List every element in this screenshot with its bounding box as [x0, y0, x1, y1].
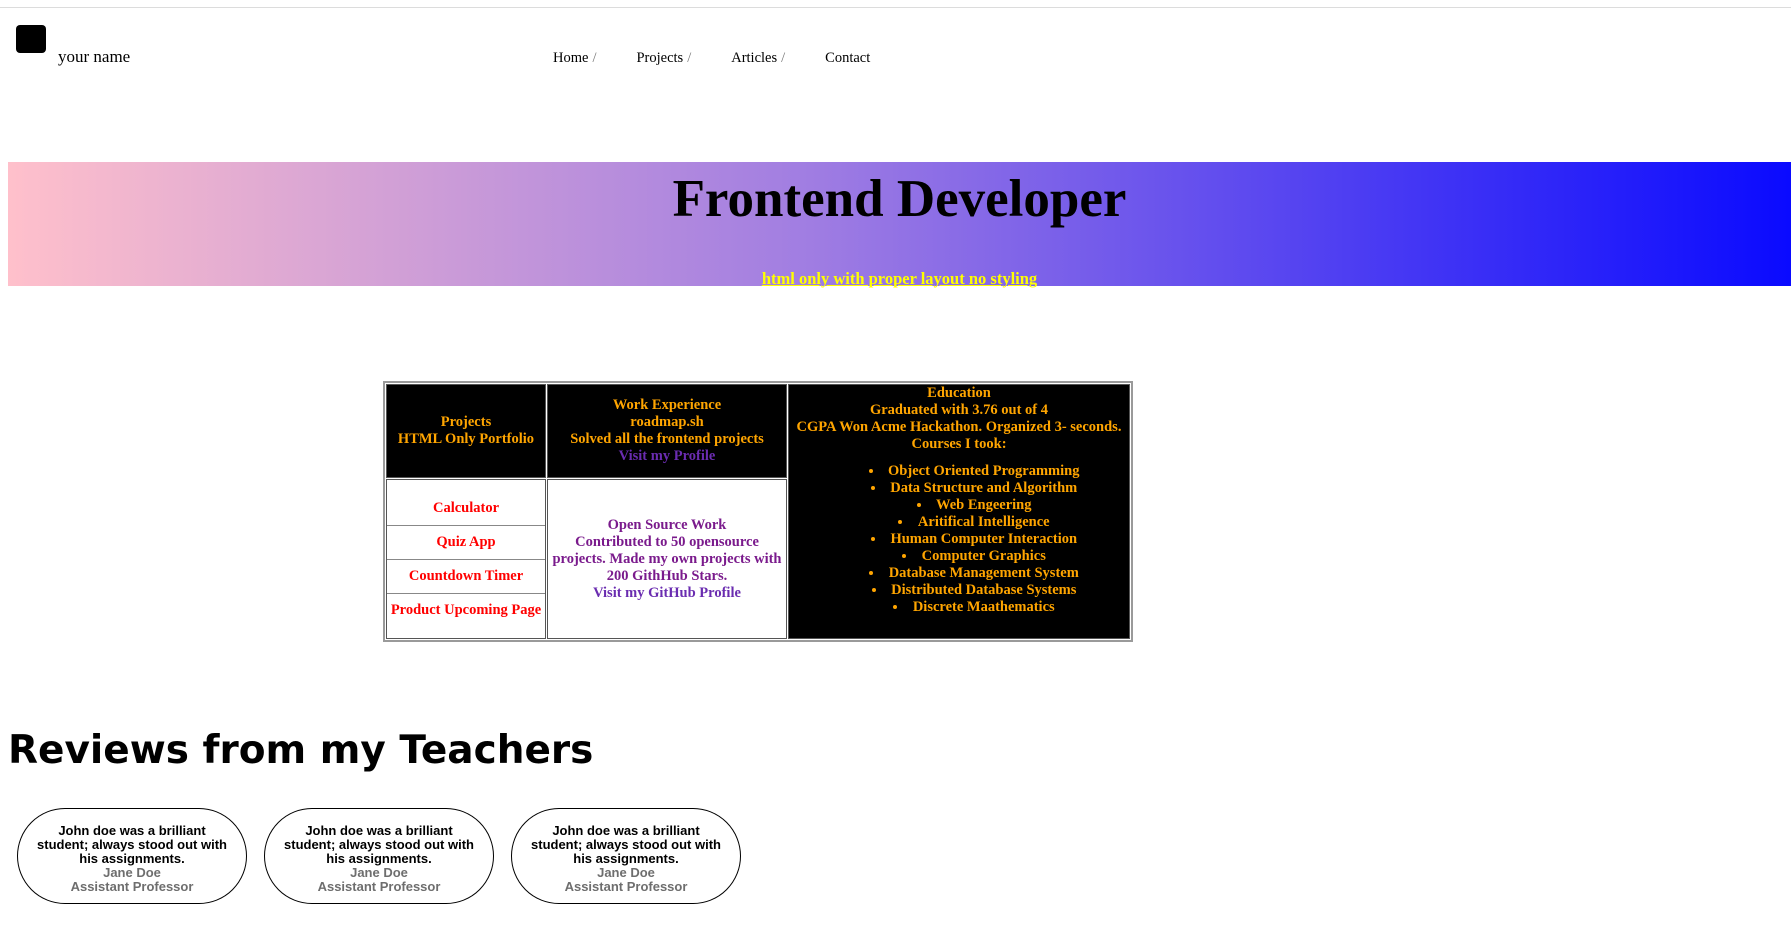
hero-title: Frontend Developer: [672, 170, 1127, 228]
course-item: Discrete Maathematics: [819, 599, 1129, 616]
portfolio-table: Projects HTML Only Portfolio Work Experi…: [383, 381, 1133, 642]
nav-link-articles[interactable]: Articles: [731, 50, 777, 67]
review-card: John doe was a brilliant student; always…: [264, 808, 494, 904]
github-profile-link[interactable]: Visit my GitHub Profile: [548, 585, 786, 602]
education-line: Courses I took:: [911, 436, 1007, 452]
project-item-calculator[interactable]: Calculator: [387, 492, 545, 526]
reviewer-role: Assistant Professor: [564, 879, 688, 894]
projects-heading: Projects: [440, 414, 492, 430]
reviewer-name: Jane Doe: [103, 865, 161, 880]
nav-link-projects[interactable]: Projects: [636, 50, 683, 67]
hero-subtitle: html only with proper layout no styling: [761, 269, 1038, 288]
reviewer-name: Jane Doe: [597, 865, 655, 880]
course-item: Data Structure and Algorithm: [819, 480, 1129, 497]
nav-link-contact[interactable]: Contact: [825, 50, 870, 67]
reviews-heading: Reviews from my Teachers: [8, 728, 594, 773]
projects-header-cell: Projects HTML Only Portfolio: [386, 384, 546, 478]
visit-profile-link[interactable]: Visit my Profile: [548, 448, 786, 465]
nav-separator: /: [781, 50, 786, 66]
course-item: Database Management System: [819, 565, 1129, 582]
project-item-upcoming-page[interactable]: Product Upcoming Page: [387, 594, 545, 627]
education-heading: Education: [927, 385, 991, 401]
project-item-quiz-app[interactable]: Quiz App: [387, 526, 545, 560]
nav-item-projects: Projects /: [636, 50, 691, 67]
course-item: Aritifical Intelligence: [819, 514, 1129, 531]
projects-subheading: HTML Only Portfolio: [397, 431, 535, 447]
project-list: Calculator Quiz App Countdown Timer Prod…: [387, 492, 545, 627]
project-item-countdown-timer[interactable]: Countdown Timer: [387, 560, 545, 594]
review-card: John doe was a brilliant student; always…: [511, 808, 741, 904]
brand-name: your name: [58, 47, 131, 66]
nav-item-articles: Articles /: [731, 50, 785, 67]
nav-link-home[interactable]: Home: [553, 50, 588, 67]
nav-separator: /: [687, 50, 692, 66]
course-item: Web Engeering: [819, 497, 1129, 514]
oss-heading: Open Source Work: [607, 516, 727, 533]
table-row: Projects HTML Only Portfolio Work Experi…: [386, 384, 1130, 639]
review-text: John doe was a brilliant student; always…: [284, 823, 474, 866]
work-experience-cell: Work Experience roadmap.sh Solved all th…: [547, 384, 787, 478]
logo-square: [16, 25, 46, 53]
education-line: CGPA Won Acme Hackathon. Organized 3- se…: [796, 419, 1122, 435]
oss-line: 200 GithHub Stars.: [606, 567, 728, 584]
main-nav: Home / Projects / Articles / Contact: [553, 50, 870, 67]
education-line: Graduated with 3.76 out of 4: [869, 402, 1049, 418]
open-source-cell: Open Source Work Contributed to 50 opens…: [547, 479, 787, 639]
review-card: John doe was a brilliant student; always…: [17, 808, 247, 904]
reviewer-name: Jane Doe: [350, 865, 408, 880]
work-description: Solved all the frontend projects: [570, 431, 764, 447]
work-heading: Work Experience: [612, 397, 722, 413]
course-item: Object Oriented Programming: [819, 463, 1129, 480]
oss-line: Contributed to 50 opensource: [575, 533, 759, 550]
work-company: roadmap.sh: [630, 414, 704, 430]
nav-separator: /: [592, 50, 597, 66]
nav-item-contact: Contact: [825, 50, 870, 67]
reviewer-role: Assistant Professor: [317, 879, 441, 894]
course-item: Human Computer Interaction: [819, 531, 1129, 548]
education-cell: Education Graduated with 3.76 out of 4 C…: [788, 384, 1130, 639]
nav-item-home: Home /: [553, 50, 596, 67]
top-divider: [0, 7, 1791, 8]
project-list-cell: Calculator Quiz App Countdown Timer Prod…: [386, 479, 546, 639]
course-list: Object Oriented Programming Data Structu…: [789, 463, 1129, 616]
course-item: Computer Graphics: [819, 548, 1129, 565]
oss-line: projects. Made my own projects with: [552, 550, 782, 567]
hero-banner: Frontend Developer html only with proper…: [8, 162, 1791, 288]
reviewer-role: Assistant Professor: [70, 879, 194, 894]
review-text: John doe was a brilliant student; always…: [37, 823, 227, 866]
course-item: Distributed Database Systems: [819, 582, 1129, 599]
review-text: John doe was a brilliant student; always…: [531, 823, 721, 866]
